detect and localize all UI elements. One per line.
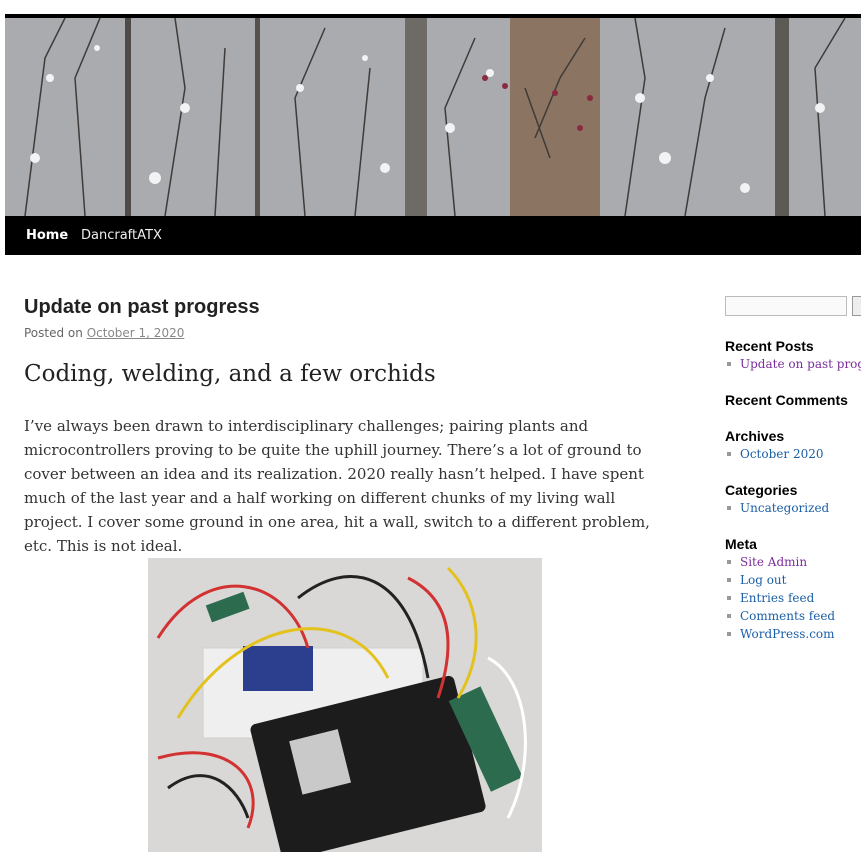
list-item: Update on past progress: [725, 355, 861, 373]
meta-list: Site Admin Log out Entries feed Comments…: [725, 553, 835, 643]
list-item: Comments feed: [725, 607, 835, 625]
entries-feed-link[interactable]: Entries feed: [740, 591, 814, 605]
recent-comments-title: Recent Comments: [725, 392, 848, 408]
list-item: Site Admin: [725, 553, 835, 571]
microcontroller-photo: [148, 558, 542, 852]
post-paragraph: I’ve always been drawn to interdisciplin…: [24, 417, 650, 555]
list-item: Log out: [725, 571, 835, 589]
comments-feed-link[interactable]: Comments feed: [740, 609, 835, 623]
list-item: Entries feed: [725, 589, 835, 607]
post-date-link[interactable]: October 1, 2020: [87, 326, 185, 340]
site-admin-link[interactable]: Site Admin: [740, 555, 807, 569]
categories-list: Uncategorized: [725, 499, 829, 517]
nav-item-home[interactable]: Home: [26, 216, 68, 255]
recent-posts-list: Update on past progress: [725, 355, 861, 373]
list-item: WordPress.com: [725, 625, 835, 643]
list-item: October 2020: [725, 445, 823, 463]
search-input[interactable]: [725, 296, 847, 316]
main-nav: Home DancraftATX: [5, 216, 861, 255]
log-out-link[interactable]: Log out: [740, 573, 786, 587]
post-meta-prefix: Posted on: [24, 326, 83, 340]
snowy-forest-illustration: [5, 18, 861, 216]
search-button[interactable]: [852, 296, 861, 316]
breadboard-illustration: [148, 558, 542, 852]
categories-title: Categories: [725, 482, 798, 498]
nav-item-dancraftatx[interactable]: DancraftATX: [81, 216, 162, 255]
recent-posts-title: Recent Posts: [725, 338, 814, 354]
category-link[interactable]: Uncategorized: [740, 501, 829, 515]
post-title[interactable]: Update on past progress: [24, 296, 260, 319]
header-image: [5, 18, 861, 216]
archives-list: October 2020: [725, 445, 823, 463]
list-item: Uncategorized: [725, 499, 829, 517]
post-subheading: Coding, welding, and a few orchids: [24, 361, 436, 387]
recent-post-link[interactable]: Update on past progress: [740, 357, 861, 371]
meta-title: Meta: [725, 536, 757, 552]
wordpress-link[interactable]: WordPress.com: [740, 627, 835, 641]
archives-title: Archives: [725, 428, 785, 444]
post-meta: Posted on October 1, 2020: [24, 326, 184, 340]
archive-link[interactable]: October 2020: [740, 447, 823, 461]
